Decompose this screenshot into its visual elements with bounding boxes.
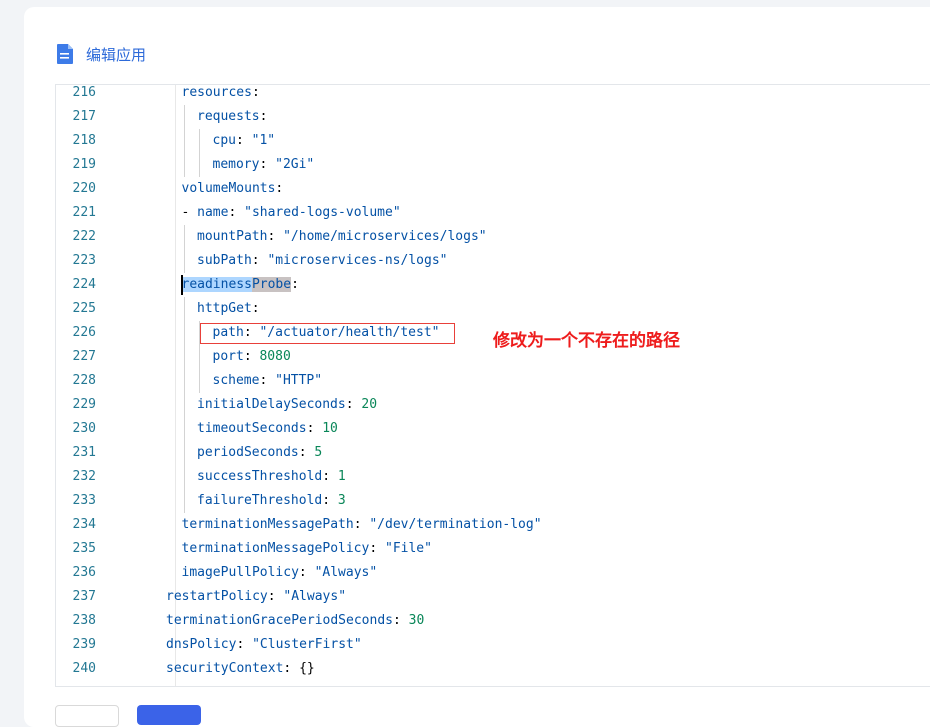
line-number: 233 (72, 493, 96, 508)
code-text: memory: "2Gi" (212, 157, 315, 172)
code-text: timeoutSeconds: 10 (197, 421, 338, 436)
line-number: 227 (72, 349, 96, 364)
line-number: 235 (72, 541, 96, 556)
line-number: 220 (72, 181, 96, 196)
indent-guide (183, 153, 185, 177)
line-number: 224 (72, 277, 96, 292)
code-line[interactable]: 235 terminationMessagePolicy: "File" (56, 537, 930, 561)
indent-guide (183, 417, 185, 441)
line-number: 234 (72, 517, 96, 532)
code-line[interactable]: 218 cpu: "1" (56, 129, 930, 153)
code-line[interactable]: 233 failureThreshold: 3 (56, 489, 930, 513)
code-line[interactable]: 232 successThreshold: 1 (56, 465, 930, 489)
indent-guide (183, 441, 185, 465)
indent-guide (183, 345, 185, 369)
line-number: 230 (72, 421, 96, 436)
code-line[interactable]: 220 volumeMounts: (56, 177, 930, 201)
line-number: 219 (72, 157, 96, 172)
code-text: - name: "shared-logs-volume" (181, 205, 401, 220)
indent-guide (183, 393, 185, 417)
code-text: initialDelaySeconds: 20 (197, 397, 378, 412)
code-line[interactable]: 236 imagePullPolicy: "Always" (56, 561, 930, 585)
line-number: 240 (72, 661, 96, 676)
line-number: 223 (72, 253, 96, 268)
code-line[interactable]: 230 timeoutSeconds: 10 (56, 417, 930, 441)
text-cursor (180, 275, 183, 295)
line-number: 229 (72, 397, 96, 412)
code-text: scheme: "HTTP" (212, 373, 323, 388)
code-text: terminationGracePeriodSeconds: 30 (166, 613, 425, 628)
code-line[interactable]: 217 requests: (56, 105, 930, 129)
line-number: 226 (72, 325, 96, 340)
code-line[interactable]: 223 subPath: "microservices-ns/logs" (56, 249, 930, 273)
indent-guide (199, 369, 200, 393)
code-line[interactable]: 228 scheme: "HTTP" (56, 369, 930, 393)
indent-guide (199, 345, 200, 369)
line-number: 221 (72, 205, 96, 220)
indent-guide (183, 249, 185, 273)
indent-guide (183, 489, 185, 513)
cancel-button[interactable] (55, 705, 119, 727)
line-number: 236 (72, 565, 96, 580)
line-number: 237 (72, 589, 96, 604)
code-text: cpu: "1" (212, 133, 276, 148)
code-line[interactable]: 237 restartPolicy: "Always" (56, 585, 930, 609)
line-number: 232 (72, 469, 96, 484)
code-text: volumeMounts: (181, 181, 284, 196)
line-number: 239 (72, 637, 96, 652)
page-title: 编辑应用 (86, 45, 147, 64)
indent-guide (183, 369, 185, 393)
indent-guide (183, 297, 185, 321)
code-line[interactable]: 234 terminationMessagePath: "/dev/termina… (56, 513, 930, 537)
code-text: restartPolicy: "Always" (166, 589, 347, 604)
indent-guide (183, 465, 185, 489)
document-icon (56, 43, 74, 65)
code-line[interactable]: 225 httpGet: (56, 297, 930, 321)
code-text: securityContext: {} (166, 661, 315, 676)
code-line[interactable]: 240 securityContext: {} (56, 657, 930, 681)
code-text: imagePullPolicy: "Always" (181, 565, 378, 580)
highlight-box (200, 323, 455, 344)
code-text: requests: (197, 109, 268, 124)
code-line[interactable]: 221 - name: "shared-logs-volume" (56, 201, 930, 225)
code-text: readinessProbe: (181, 277, 299, 292)
indent-guide (183, 129, 185, 153)
code-text: failureThreshold: 3 (197, 493, 346, 508)
indent-guide (183, 321, 185, 345)
code-text: subPath: "microservices-ns/logs" (197, 253, 448, 268)
code-line[interactable]: 219 memory: "2Gi" (56, 153, 930, 177)
code-line[interactable]: 229 initialDelaySeconds: 20 (56, 393, 930, 417)
indent-guide (183, 105, 185, 129)
line-number: 217 (72, 109, 96, 124)
code-line[interactable]: 216 resources: (56, 85, 930, 105)
code-line[interactable]: 238 terminationGracePeriodSeconds: 30 (56, 609, 930, 633)
confirm-button[interactable] (137, 705, 201, 725)
indent-guide (199, 129, 200, 153)
line-number: 231 (72, 445, 96, 460)
code-line[interactable]: 231 periodSeconds: 5 (56, 441, 930, 465)
code-line[interactable]: 239 dnsPolicy: "ClusterFirst" (56, 633, 930, 657)
code-editor[interactable]: 216 resources: 217 requests: 218 cpu: "1" 219 m… (55, 84, 930, 687)
line-number: 222 (72, 229, 96, 244)
line-number: 225 (72, 301, 96, 316)
code-text: dnsPolicy: "ClusterFirst" (166, 637, 362, 652)
panel-header: 编辑应用 (56, 40, 146, 68)
line-number: 216 (72, 85, 96, 100)
code-text: terminationMessagePolicy: "File" (181, 541, 432, 556)
code-text: periodSeconds: 5 (197, 445, 323, 460)
code-line[interactable]: 224 readinessProbe: (56, 273, 930, 297)
code-line[interactable]: 222 mountPath: "/home/microservices/logs" (56, 225, 930, 249)
code-text: resources: (181, 85, 260, 100)
code-text: successThreshold: 1 (197, 469, 346, 484)
code-text: terminationMessagePath: "/dev/terminatio… (181, 517, 542, 532)
code-text: port: 8080 (212, 349, 291, 364)
line-number: 218 (72, 133, 96, 148)
line-number: 238 (72, 613, 96, 628)
indent-guide (199, 153, 200, 177)
annotation-text: 修改为一个不存在的路径 (493, 331, 680, 351)
line-number: 228 (72, 373, 96, 388)
code-text: mountPath: "/home/microservices/logs" (197, 229, 487, 244)
indent-guide (183, 225, 185, 249)
code-text: httpGet: (197, 301, 260, 316)
